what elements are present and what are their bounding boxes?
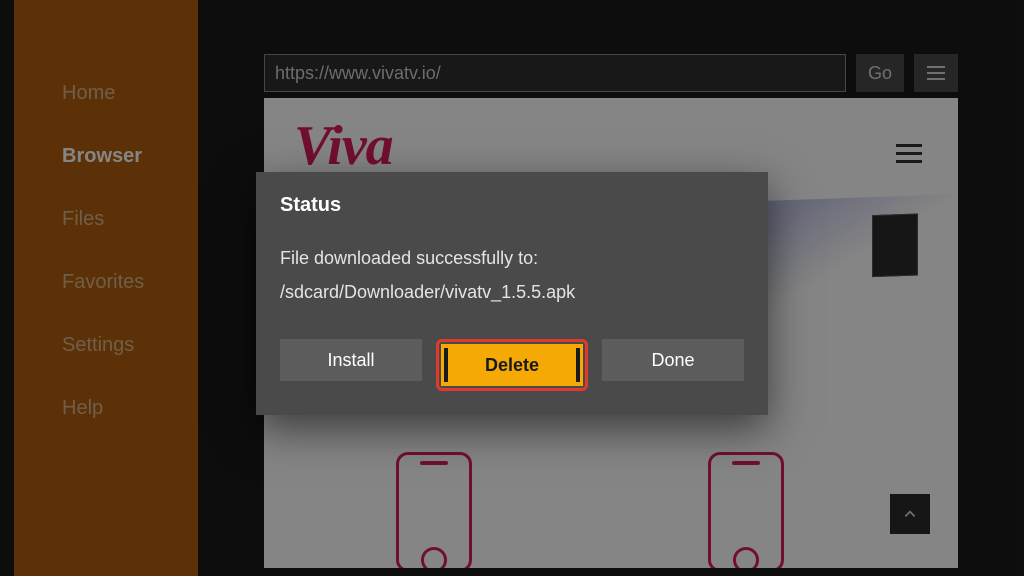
delete-button-highlight: Delete — [436, 339, 588, 391]
dialog-title: Status — [280, 194, 744, 217]
dialog-button-row: Install Delete Done — [280, 339, 744, 391]
install-button[interactable]: Install — [280, 339, 422, 381]
done-button[interactable]: Done — [602, 339, 744, 381]
dialog-message: File downloaded successfully to: — [280, 245, 744, 272]
delete-button[interactable]: Delete — [441, 344, 583, 386]
dialog-file-path: /sdcard/Downloader/vivatv_1.5.5.apk — [280, 282, 744, 303]
status-dialog: Status File downloaded successfully to: … — [256, 172, 768, 415]
app-root: Home Browser Files Favorites Settings He… — [0, 0, 1024, 576]
